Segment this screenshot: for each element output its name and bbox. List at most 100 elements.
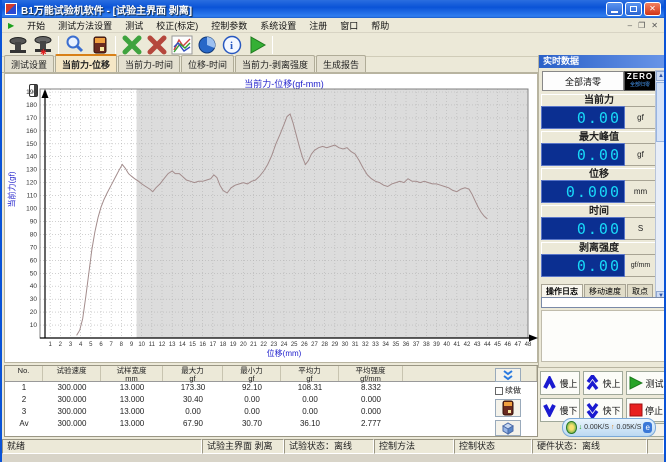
- table-cell: 0.00: [281, 394, 339, 406]
- table-cell: 300.000: [43, 406, 101, 418]
- table-cell: 92.10: [223, 382, 281, 394]
- export-cube-button[interactable]: [495, 420, 521, 436]
- display-displacement: 位移 0.000 mm: [541, 168, 657, 203]
- menu-item-help[interactable]: 帮助: [371, 19, 389, 32]
- tab-force-displacement[interactable]: 当前力-位移: [55, 54, 117, 72]
- tab-move-speed[interactable]: 移动速度: [584, 284, 626, 298]
- menu-item-start[interactable]: 开始: [27, 19, 45, 32]
- table-cell: 173.30: [163, 382, 223, 394]
- start-icon[interactable]: [244, 34, 269, 56]
- test-button[interactable]: 测试: [626, 371, 666, 395]
- report-card-button[interactable]: [495, 399, 521, 417]
- column-header: 试验速度: [43, 366, 101, 381]
- table-cell: 300.000: [43, 382, 101, 394]
- scroll-up-icon[interactable]: ▲: [656, 71, 666, 81]
- curves-icon[interactable]: [169, 34, 194, 56]
- realtime-panel-title: 实时数据: [539, 55, 666, 68]
- fast-up-button[interactable]: 快上: [583, 371, 623, 395]
- tab-report[interactable]: 生成报告: [316, 55, 366, 72]
- play-icon: [628, 376, 643, 390]
- tab-pick-point[interactable]: 取点: [627, 284, 653, 298]
- zero-all-button[interactable]: 全部清零: [542, 71, 624, 91]
- machine-alert-icon[interactable]: ✱: [30, 34, 55, 56]
- svg-text:90: 90: [30, 218, 38, 225]
- tab-force-time[interactable]: 当前力-时间: [118, 55, 180, 72]
- app-icon: [5, 3, 17, 15]
- realtime-scrollbar[interactable]: ▲ ▼: [655, 70, 666, 302]
- net-speed-widget: ↓ 0.00K/S ↑ 0.05K/S e: [562, 418, 656, 437]
- time-unit: S: [625, 217, 657, 240]
- report-card-icon[interactable]: [87, 34, 112, 56]
- svg-text:100: 100: [26, 206, 37, 213]
- menu-bar: ▶ 开始 测试方法设置 测试 校正(标定) 控制参数 系统设置 注册 窗口 帮助…: [2, 18, 664, 33]
- close-button[interactable]: ✕: [644, 2, 661, 16]
- table-cell: 2: [5, 394, 43, 406]
- menu-item-system[interactable]: 系统设置: [260, 19, 296, 32]
- svg-text:✱: ✱: [40, 48, 47, 55]
- table-cell: 8.332: [339, 382, 403, 394]
- log-input[interactable]: [541, 297, 666, 308]
- minimize-button[interactable]: [606, 2, 623, 16]
- display-time: 时间 0.00 S: [541, 205, 657, 240]
- status-test-state: 试验状态：离线: [284, 439, 374, 454]
- tab-operation-log[interactable]: 操作日志: [541, 284, 583, 298]
- displacement-value: 0.000: [541, 180, 625, 203]
- download-arrow-icon: ↓: [579, 424, 583, 431]
- window-edge: [2, 454, 664, 462]
- peel-strength-unit: gf/mm: [625, 254, 657, 277]
- table-cell: 13.000: [101, 406, 163, 418]
- column-header: 平均力gf: [281, 366, 339, 381]
- table-cell: Av: [5, 418, 43, 430]
- machine-icon[interactable]: [5, 34, 30, 56]
- svg-text:10: 10: [30, 322, 38, 329]
- menu-item-calibration[interactable]: 校正(标定): [156, 19, 198, 32]
- table-cell: 108.31: [281, 382, 339, 394]
- time-value: 0.00: [541, 217, 625, 240]
- coin-icon[interactable]: [566, 421, 577, 434]
- tab-test-settings[interactable]: 测试设置: [4, 55, 54, 72]
- collapse-table-button[interactable]: [495, 368, 521, 382]
- continue-checkbox-row: 续做: [495, 385, 521, 396]
- menu-item-method[interactable]: 测试方法设置: [58, 19, 112, 32]
- upload-speed: 0.05K/S: [617, 424, 642, 431]
- child-close-icon[interactable]: ✕: [651, 21, 658, 30]
- browser-icon[interactable]: e: [643, 422, 652, 433]
- chart: 1020304050607080901001101201301401501601…: [5, 84, 539, 348]
- clear-red-icon[interactable]: [144, 34, 169, 56]
- zero-button[interactable]: ZERO 全部归零: [624, 71, 656, 91]
- clear-green-icon[interactable]: [119, 34, 144, 56]
- child-minimize-icon[interactable]: –: [628, 21, 632, 30]
- pie-chart-icon[interactable]: [194, 34, 219, 56]
- table-cell: 13.000: [101, 394, 163, 406]
- slow-up-button[interactable]: 慢上: [540, 371, 580, 395]
- child-restore-icon[interactable]: ❐: [638, 21, 645, 30]
- menu-item-test[interactable]: 测试: [125, 19, 143, 32]
- results-table: No.试验速度试样宽度mm最大力gf最小力gf平均力gf平均强度gf/mm 13…: [4, 365, 538, 437]
- menu-item-register[interactable]: 注册: [309, 19, 327, 32]
- table-cell: 0.000: [339, 394, 403, 406]
- table-row[interactable]: Av300.00013.00067.9030.7036.102.777: [5, 418, 537, 430]
- restore-button[interactable]: [625, 2, 642, 16]
- column-header: 最大力gf: [163, 366, 223, 381]
- svg-text:180: 180: [26, 102, 37, 109]
- table-cell: 0.00: [281, 406, 339, 418]
- table-row[interactable]: 1300.00013.000173.3092.10108.318.332: [5, 382, 537, 394]
- tab-force-peel-strength[interactable]: 当前力-剥离强度: [235, 55, 315, 72]
- menu-item-control-params[interactable]: 控制参数: [211, 19, 247, 32]
- table-cell: 13.000: [101, 418, 163, 430]
- info-icon[interactable]: i: [219, 34, 244, 56]
- continue-checkbox[interactable]: [495, 387, 503, 395]
- svg-text:130: 130: [26, 167, 37, 174]
- table-cell: 0.00: [223, 394, 281, 406]
- log-list[interactable]: [541, 310, 666, 362]
- column-header: 平均强度gf/mm: [339, 366, 403, 381]
- table-row[interactable]: 3300.00013.0000.000.000.000.000: [5, 406, 537, 418]
- tab-displacement-time[interactable]: 位移-时间: [181, 55, 234, 72]
- table-row[interactable]: 2300.00013.00030.400.000.000.000: [5, 394, 537, 406]
- svg-text:150: 150: [26, 141, 37, 148]
- download-speed: 0.00K/S: [584, 424, 609, 431]
- zoom-icon[interactable]: [62, 34, 87, 56]
- menu-item-window[interactable]: 窗口: [340, 19, 358, 32]
- scroll-thumb[interactable]: [656, 82, 666, 142]
- stop-icon: [629, 403, 643, 417]
